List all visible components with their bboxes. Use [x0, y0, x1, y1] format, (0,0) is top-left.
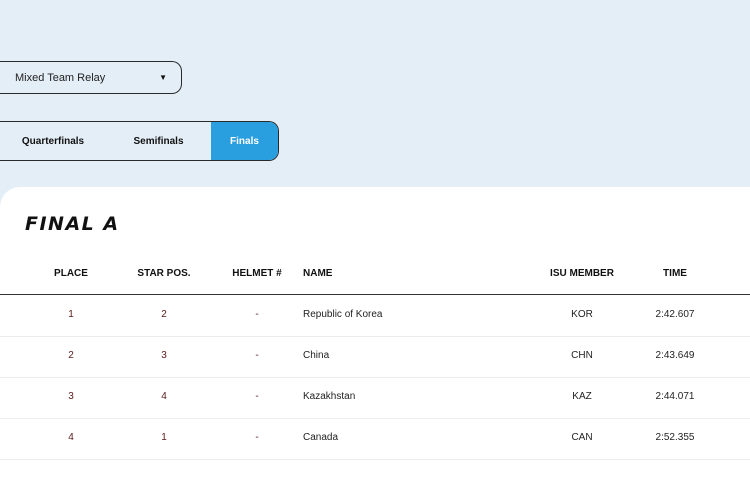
header-place: PLACE [54, 268, 88, 279]
cell-name: China [303, 350, 330, 361]
cell-helmet: - [255, 432, 259, 443]
round-tabs: Quarterfinals Semifinals Finals [0, 121, 279, 161]
table-row: 3 4 - Kazakhstan KAZ 2:44.071 [0, 377, 750, 419]
cell-time: 2:42.607 [655, 309, 695, 320]
cell-place: 1 [68, 309, 74, 320]
cell-name: Republic of Korea [303, 309, 383, 320]
cell-helmet: - [255, 391, 259, 402]
table-row: 4 1 - Canada CAN 2:52.355 [0, 418, 750, 460]
cell-isu-member: CAN [571, 432, 593, 443]
cell-name: Canada [303, 432, 339, 443]
cell-name: Kazakhstan [303, 391, 356, 402]
header-time: TIME [663, 268, 687, 279]
tab-finals[interactable]: Finals [211, 122, 278, 160]
caret-down-icon: ▼ [159, 73, 167, 82]
cell-place: 3 [68, 391, 74, 402]
tab-semifinals[interactable]: Semifinals [106, 122, 211, 160]
cell-time: 2:43.649 [655, 350, 695, 361]
cell-helmet: - [255, 309, 259, 320]
cell-helmet: - [255, 350, 259, 361]
header-name: NAME [303, 268, 333, 279]
cell-place: 4 [68, 432, 74, 443]
cell-time: 2:44.071 [655, 391, 695, 402]
cell-isu-member: CHN [571, 350, 593, 361]
cell-time: 2:52.355 [655, 432, 695, 443]
header-star-pos: STAR POS. [137, 268, 191, 279]
header-isu-member: ISU MEMBER [550, 268, 614, 279]
cell-isu-member: KAZ [572, 391, 592, 402]
cell-isu-member: KOR [571, 309, 593, 320]
cell-star-pos: 1 [161, 432, 167, 443]
cell-star-pos: 3 [161, 350, 167, 361]
discipline-dropdown[interactable]: Mixed Team Relay ▼ [0, 61, 182, 94]
cell-star-pos: 2 [161, 309, 167, 320]
table-row: 1 2 - Republic of Korea KOR 2:42.607 [0, 295, 750, 337]
section-title: FINAL A [25, 213, 120, 235]
cell-place: 2 [68, 350, 74, 361]
header-helmet: HELMET # [232, 268, 282, 279]
table-header: PLACE STAR POS. HELMET # NAME ISU MEMBER… [0, 255, 750, 295]
tab-quarterfinals[interactable]: Quarterfinals [0, 122, 106, 160]
results-panel: FINAL A PLACE STAR POS. HELMET # NAME IS… [0, 187, 750, 487]
discipline-dropdown-value: Mixed Team Relay [15, 71, 106, 84]
table-row: 2 3 - China CHN 2:43.649 [0, 336, 750, 378]
cell-star-pos: 4 [161, 391, 167, 402]
